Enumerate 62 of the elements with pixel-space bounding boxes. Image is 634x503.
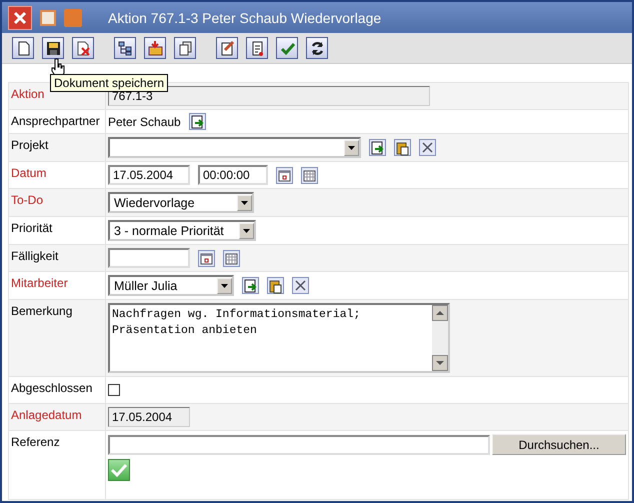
field-label: Fälligkeit [11,249,58,263]
field-label: Datum [11,166,46,180]
checkmark-button[interactable] [276,37,298,59]
folder-icon [146,40,164,56]
field-label: Aktion [11,87,44,101]
date-field[interactable] [108,248,190,268]
scrollbar[interactable] [432,305,448,371]
browse-button[interactable]: Durchsuchen... [492,434,626,455]
caret-icon [221,284,228,288]
caret-icon [243,228,250,232]
copy-icon [176,40,194,56]
close-button[interactable] [8,6,32,30]
close-icon[interactable] [419,139,436,156]
field-label: Referenz [11,435,60,449]
field-label: To-Do [11,193,44,207]
input-field[interactable]: 17.05.2004 [108,407,190,427]
field-label: Mitarbeiter [11,276,68,290]
field-label: Priorität [11,221,52,235]
window-title: Aktion 767.1-3 Peter Schaub Wiedervorlage [108,10,382,26]
date-field[interactable]: 17.05.2004 [108,165,190,185]
caret-icon [241,200,248,204]
refresh-button[interactable] [306,37,328,59]
folder-button[interactable] [144,37,166,59]
calendar-icon[interactable] [198,250,215,266]
new-document-button[interactable] [12,37,34,59]
floppy-disk-button[interactable] [42,37,64,59]
copy-button[interactable] [174,37,196,59]
dropdown[interactable]: Müller Julia [108,275,234,296]
tree-icon [116,40,134,56]
field-label: Ansprechpartner [11,114,100,128]
close-icon[interactable] [292,277,309,294]
calendar-icon[interactable] [276,166,293,184]
link-icon[interactable] [369,139,386,156]
tree-button[interactable] [114,37,136,59]
tooltip: Dokument speichern [50,74,168,92]
edit-document-icon [218,40,236,56]
delete-document-button[interactable] [72,37,94,59]
input-field[interactable] [108,434,490,454]
dropdown[interactable]: Wiedervorlage [108,192,254,213]
text-area[interactable]: Nachfragen wg. Informationsmaterial; Präsentation anbieten [108,303,450,373]
document-list-button[interactable] [246,37,268,59]
field-label: Projekt [11,138,48,152]
dropdown[interactable] [108,137,361,158]
field-value: Peter Schaub [108,114,181,128]
delete-document-icon [74,40,92,56]
minimize-button[interactable] [40,10,56,26]
checkbox[interactable] [108,384,120,396]
time-field[interactable]: 00:00:00 [198,165,268,185]
caret-icon [348,146,355,150]
grid-icon[interactable] [301,166,318,184]
field-label: Anlagedatum [11,408,82,422]
dropdown[interactable]: 3 - normale Priorität [108,220,256,241]
clipboard-icon[interactable] [394,139,411,156]
field-label: Abgeschlossen [11,381,92,395]
field-label: Bemerkung [11,304,72,318]
edit-document-button[interactable] [216,37,238,59]
close-icon [13,10,27,24]
link-icon[interactable] [188,113,206,130]
grid-icon[interactable] [223,250,240,266]
clipboard-icon[interactable] [267,277,284,294]
link-icon[interactable] [242,277,259,294]
confirm-button[interactable] [108,459,130,481]
